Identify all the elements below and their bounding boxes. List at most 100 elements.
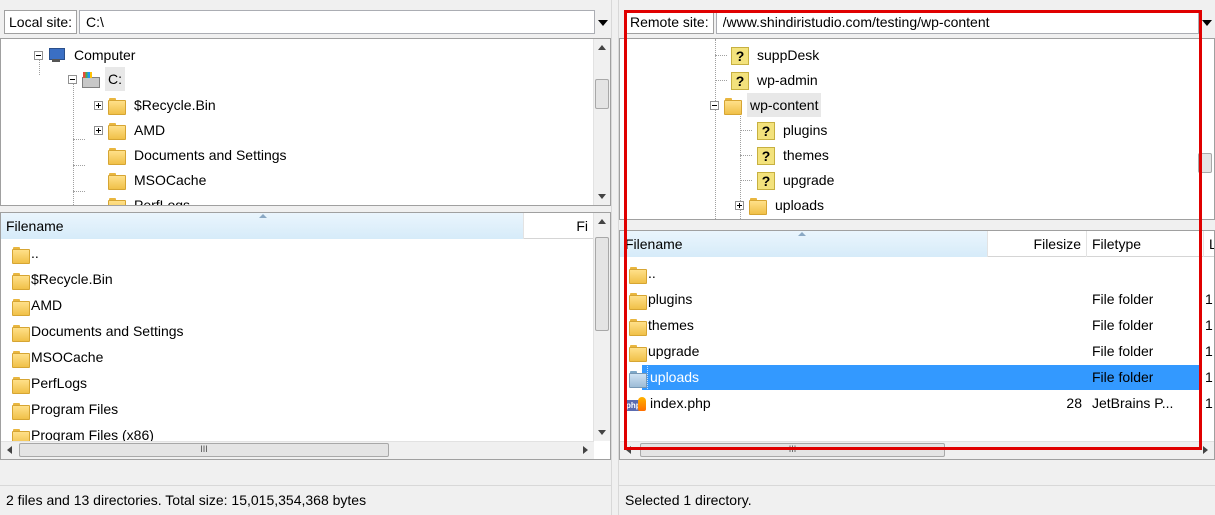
folder-icon (748, 197, 767, 215)
tree-item-recycle-bin[interactable]: $Recycle.Bin (94, 93, 219, 117)
folder-icon (107, 197, 126, 205)
list-item[interactable]: MSOCache (1, 345, 594, 370)
column-filesize[interactable]: Filesize (988, 231, 1087, 257)
column-filename[interactable]: Filename (1, 213, 524, 239)
tree-item-documents-and-settings[interactable]: Documents and Settings (107, 143, 290, 167)
tree-item-uploads[interactable]: uploads (735, 193, 827, 217)
tree-item-wp-admin[interactable]: wp-admin (730, 68, 821, 92)
remote-directory-tree[interactable]: suppDesk wp-admin wp-content plugins the… (619, 38, 1215, 220)
pane-splitter[interactable] (611, 0, 619, 515)
scroll-down-icon[interactable] (594, 424, 610, 441)
unknown-folder-icon (730, 72, 749, 90)
list-item[interactable]: plugins File folder 1 (620, 287, 1213, 312)
scroll-thumb[interactable] (595, 237, 609, 331)
folder-icon (11, 272, 30, 290)
list-item[interactable]: AMD (1, 293, 594, 318)
folder-icon (107, 97, 126, 115)
local-status-bar: 2 files and 13 directories. Total size: … (0, 485, 611, 515)
tree-item-computer[interactable]: Computer (34, 43, 138, 67)
column-last-modified[interactable]: L (1204, 231, 1214, 257)
unknown-folder-icon (756, 122, 775, 140)
folder-icon (628, 370, 647, 388)
list-item[interactable]: Documents and Settings (1, 319, 594, 344)
scroll-up-icon[interactable] (594, 39, 610, 56)
scroll-thumb[interactable]: III (19, 443, 389, 457)
scroll-left-icon[interactable] (1, 442, 18, 459)
folder-icon (11, 350, 30, 368)
scroll-down-icon[interactable] (594, 188, 610, 205)
tree-item-msocache[interactable]: MSOCache (107, 168, 209, 192)
tree-item-amd[interactable]: AMD (94, 118, 168, 142)
local-pane: Local site: Computer C: $Recycle.Bin AMD (0, 0, 611, 515)
column-filename[interactable]: Filename (620, 231, 988, 257)
sort-ascending-icon (259, 214, 267, 218)
local-site-path-input[interactable] (79, 10, 595, 34)
remote-site-label: Remote site: (625, 10, 714, 34)
expand-icon[interactable] (735, 200, 744, 210)
list-item[interactable]: index.php 28 JetBrains P... 1 (620, 391, 1213, 416)
local-site-bar: Local site: (0, 8, 611, 36)
expand-icon[interactable] (94, 125, 103, 135)
tree-item-drive-c[interactable]: C: (68, 67, 125, 91)
list-item[interactable]: PerfLogs (1, 371, 594, 396)
local-site-dropdown-button[interactable] (595, 10, 611, 34)
folder-icon (11, 376, 30, 394)
scroll-thumb[interactable] (1198, 153, 1212, 173)
list-item[interactable]: $Recycle.Bin (1, 267, 594, 292)
unknown-folder-icon (756, 172, 775, 190)
list-item-selected[interactable]: uploads File folder 1 (629, 365, 1213, 390)
remote-tree-vscrollbar[interactable] (1197, 39, 1214, 219)
tree-item-plugins[interactable]: plugins (756, 118, 830, 142)
tree-item-perflogs[interactable]: PerfLogs (107, 193, 193, 205)
list-item[interactable]: Program Files (1, 397, 594, 422)
remote-status-bar: Selected 1 directory. (619, 485, 1215, 515)
sort-ascending-icon (798, 232, 806, 236)
folder-icon (628, 344, 647, 362)
remote-file-list[interactable]: Filename Filesize Filetype L .. plugins … (619, 230, 1215, 460)
drive-icon (81, 71, 100, 88)
scroll-right-icon[interactable] (577, 442, 594, 459)
remote-pane: Remote site: suppDesk wp-admin wp-conten… (619, 0, 1215, 515)
column-filetype[interactable]: Filetype (1087, 231, 1204, 257)
list-item[interactable]: themes File folder 1 (620, 313, 1213, 338)
local-list-header: Filename Fi (1, 213, 594, 239)
list-item[interactable]: .. (620, 261, 1202, 286)
local-file-list[interactable]: Filename Fi .. $Recycle.Bin AMD Document… (0, 212, 611, 460)
scroll-thumb[interactable]: III (640, 443, 945, 457)
local-list-hscrollbar[interactable]: III (1, 441, 594, 459)
list-item[interactable]: upgrade File folder 1 (620, 339, 1213, 364)
tree-item-suppdesk[interactable]: suppDesk (730, 43, 822, 67)
tree-item-themes[interactable]: themes (756, 143, 832, 167)
scroll-up-icon[interactable] (594, 213, 610, 230)
scroll-thumb[interactable] (595, 79, 609, 109)
remote-site-bar: Remote site: (619, 8, 1215, 36)
folder-icon (107, 122, 126, 140)
folder-icon (107, 147, 126, 165)
folder-icon (107, 172, 126, 190)
unknown-folder-icon (756, 147, 775, 165)
remote-site-path-input[interactable] (715, 10, 1199, 34)
remote-site-dropdown-button[interactable] (1199, 10, 1215, 34)
collapse-icon[interactable] (710, 100, 719, 110)
remote-list-hscrollbar[interactable]: III (620, 441, 1214, 459)
scroll-left-icon[interactable] (620, 442, 637, 459)
folder-icon (628, 292, 647, 310)
list-item[interactable]: .. (1, 241, 594, 266)
column-filesize[interactable]: Fi (524, 213, 594, 239)
scroll-right-icon[interactable] (1197, 442, 1214, 459)
local-directory-tree[interactable]: Computer C: $Recycle.Bin AMD Documents a… (0, 38, 611, 206)
tree-item-wp-content[interactable]: wp-content (710, 93, 822, 117)
local-list-vscrollbar[interactable] (593, 213, 610, 441)
expand-icon[interactable] (94, 100, 103, 110)
folder-icon (628, 266, 647, 284)
collapse-icon[interactable] (68, 74, 77, 84)
folder-icon (11, 298, 30, 316)
folder-icon (628, 318, 647, 336)
folder-icon (11, 402, 30, 420)
collapse-icon[interactable] (34, 50, 43, 60)
tree-item-upgrade[interactable]: upgrade (756, 168, 837, 192)
folder-icon (723, 97, 742, 115)
php-file-icon (626, 396, 648, 412)
computer-icon (47, 47, 65, 63)
local-tree-vscrollbar[interactable] (593, 39, 610, 205)
